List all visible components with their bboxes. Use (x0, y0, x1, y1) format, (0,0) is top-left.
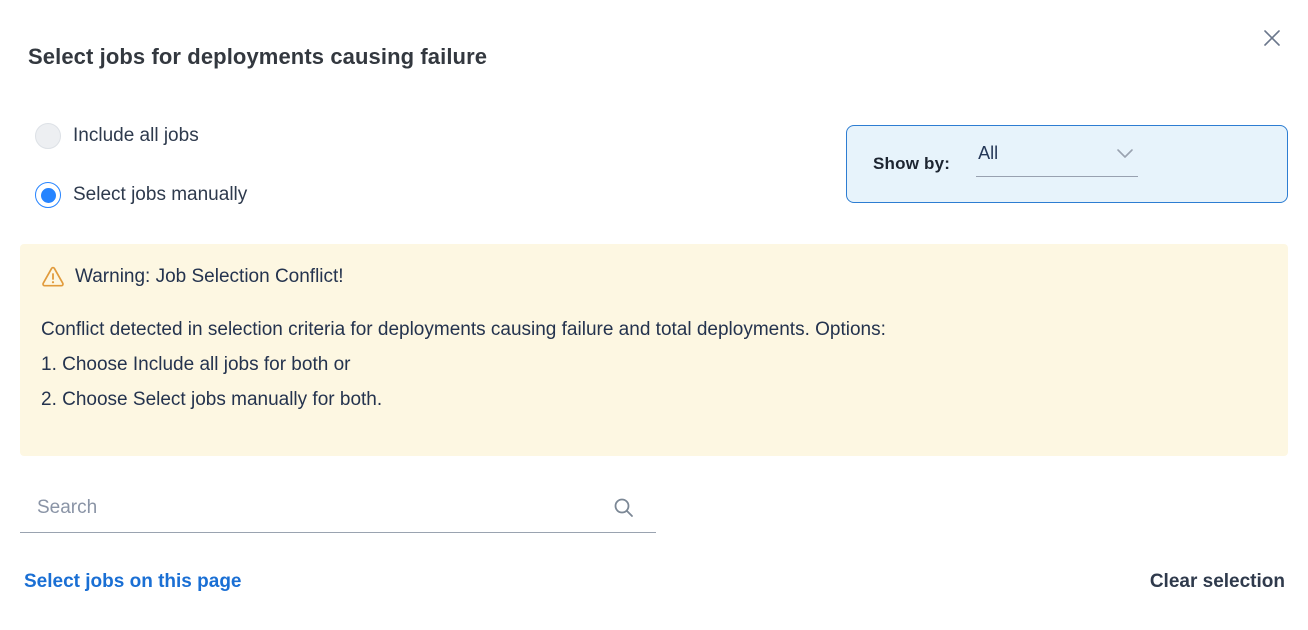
job-selection-radio-group: Include all jobs Select jobs manually (35, 123, 247, 208)
page-title: Select jobs for deployments causing fail… (28, 44, 487, 70)
warning-body: Conflict detected in selection criteria … (41, 312, 1264, 347)
radio-label: Include all jobs (73, 125, 199, 147)
search-icon (612, 496, 656, 526)
show-by-dropdown[interactable]: All (976, 143, 1138, 177)
show-by-selected-value: All (978, 143, 998, 164)
select-jobs-on-page-link[interactable]: Select jobs on this page (24, 571, 242, 593)
radio-include-all-jobs[interactable]: Include all jobs (35, 123, 247, 149)
close-icon (1261, 27, 1283, 49)
radio-button-icon (35, 123, 61, 149)
show-by-panel: Show by: All (846, 125, 1288, 203)
search-box (20, 489, 656, 533)
warning-title: Warning: Job Selection Conflict! (75, 266, 344, 288)
warning-option: 2. Choose Select jobs manually for both. (41, 382, 1264, 417)
radio-label: Select jobs manually (73, 184, 247, 206)
search-input[interactable] (20, 497, 612, 525)
radio-button-icon (35, 182, 61, 208)
warning-triangle-icon (41, 266, 65, 288)
warning-options-list: 1. Choose Include all jobs for both or 2… (41, 347, 1264, 417)
close-button[interactable] (1258, 24, 1286, 52)
warning-option: 1. Choose Include all jobs for both or (41, 347, 1264, 382)
show-by-label: Show by: (873, 154, 950, 174)
warning-title-row: Warning: Job Selection Conflict! (41, 266, 1264, 288)
radio-select-jobs-manually[interactable]: Select jobs manually (35, 182, 247, 208)
chevron-down-icon (1116, 148, 1134, 160)
clear-selection-button[interactable]: Clear selection (1150, 571, 1285, 593)
warning-banner: Warning: Job Selection Conflict! Conflic… (20, 244, 1288, 456)
